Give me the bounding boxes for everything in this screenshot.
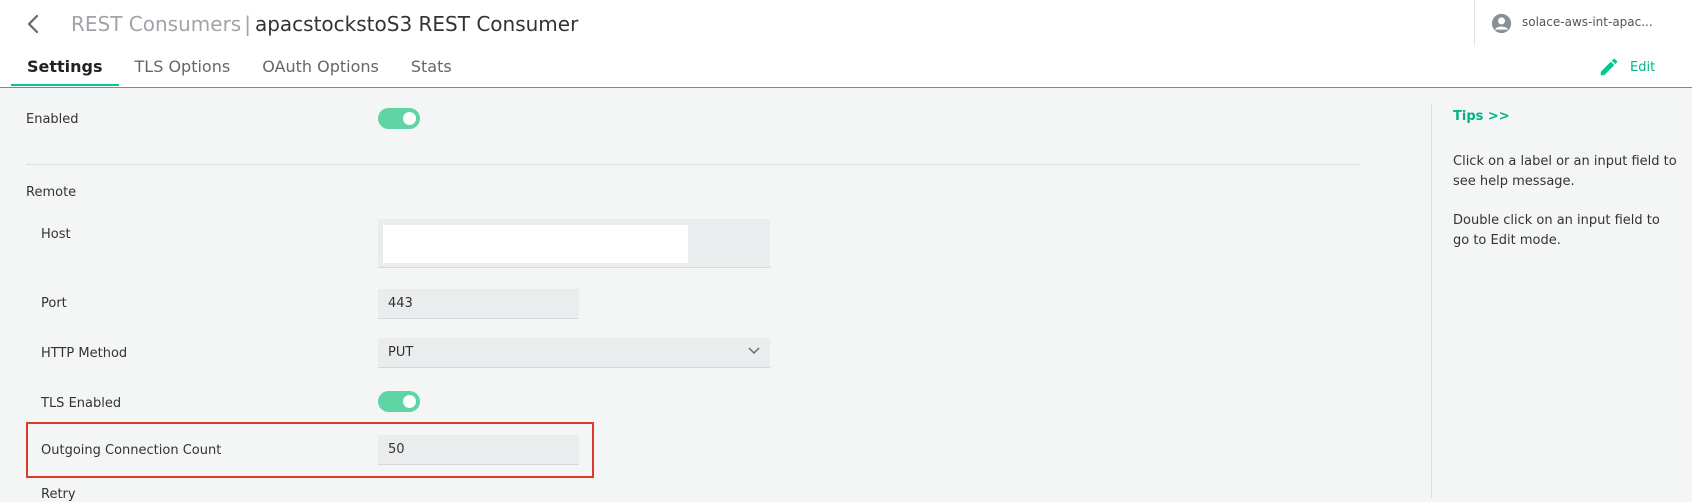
http-method-value: PUT	[388, 345, 414, 360]
user-name: solace-aws-int-apac...	[1522, 15, 1653, 29]
consumer-name: apacstockstoS3 REST Consumer	[254, 12, 579, 36]
toggle-knob	[403, 395, 416, 408]
tls-enabled-toggle[interactable]	[378, 391, 420, 412]
port-label[interactable]: Port	[41, 296, 67, 311]
user-menu[interactable]: solace-aws-int-apac...	[1474, 0, 1692, 46]
remote-section-label: Remote	[26, 185, 77, 200]
breadcrumb-separator: |	[244, 12, 251, 36]
host-label[interactable]: Host	[41, 227, 71, 242]
back-arrow-icon[interactable]	[22, 12, 46, 36]
retry-section-label: Retry	[41, 487, 76, 502]
port-value: 443	[388, 296, 413, 311]
outgoing-connection-count-label[interactable]: Outgoing Connection Count	[41, 443, 221, 458]
tls-enabled-label[interactable]: TLS Enabled	[41, 396, 121, 411]
settings-form: Enabled Remote Host Port 443 HTTP Method…	[0, 89, 1432, 502]
section-divider	[26, 164, 1361, 165]
edit-button[interactable]: Edit	[1598, 55, 1655, 79]
chevron-down-icon	[748, 347, 760, 354]
page-title: REST Consumers | apacstockstoS3 REST Consu…	[71, 11, 578, 37]
host-field[interactable]	[378, 219, 770, 268]
outgoing-connection-count-value: 50	[388, 442, 405, 457]
enabled-label[interactable]: Enabled	[26, 112, 79, 127]
http-method-select[interactable]: PUT	[378, 338, 770, 368]
breadcrumb-rest-consumers[interactable]: REST Consumers	[71, 12, 241, 36]
tab-bar: Settings TLS Options OAuth Options Stats	[11, 50, 468, 88]
enabled-toggle[interactable]	[378, 108, 420, 129]
http-method-label[interactable]: HTTP Method	[41, 346, 127, 361]
tab-settings[interactable]: Settings	[11, 50, 119, 88]
top-bar: REST Consumers | apacstockstoS3 REST Consu…	[0, 0, 1692, 88]
tip-edit-mode: Double click on an input field to go to …	[1453, 213, 1660, 248]
outgoing-connection-count-input[interactable]: 50	[378, 435, 579, 465]
tab-oauth-options[interactable]: OAuth Options	[246, 50, 395, 88]
tab-tls-options[interactable]: TLS Options	[119, 50, 247, 88]
user-avatar-icon	[1491, 13, 1512, 34]
pencil-icon	[1600, 58, 1618, 76]
port-input[interactable]: 443	[378, 289, 579, 319]
tips-link[interactable]: Tips >>	[1453, 109, 1510, 124]
toggle-knob	[403, 112, 416, 125]
tab-stats[interactable]: Stats	[395, 50, 468, 88]
tips-panel: Tips >> Click on a label or an input fie…	[1431, 104, 1692, 498]
host-input[interactable]	[383, 225, 688, 263]
edit-label: Edit	[1630, 59, 1656, 75]
tip-help-message: Click on a label or an input field to se…	[1453, 154, 1677, 189]
